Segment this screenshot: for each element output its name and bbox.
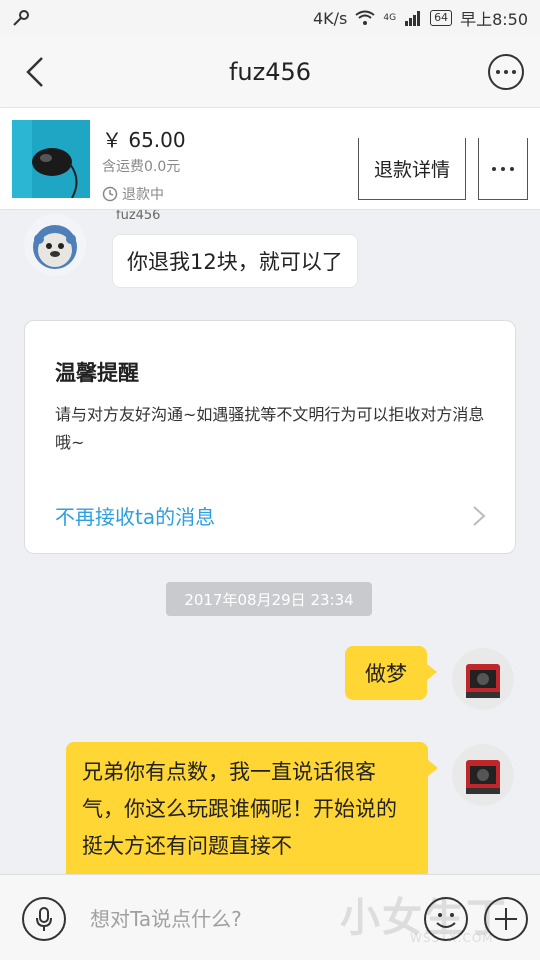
refund-detail-button[interactable]: 退款详情	[358, 138, 466, 200]
battery-indicator: 64	[430, 10, 453, 26]
smiley-icon	[436, 913, 456, 928]
notice-card: 温馨提醒 请与对方友好沟通~如遇骚扰等不文明行为可以拒收对方消息哦~ 不再接收t…	[24, 320, 516, 554]
incoming-avatar[interactable]	[24, 214, 86, 276]
back-arrow-icon[interactable]	[18, 54, 54, 90]
notice-title: 温馨提醒	[55, 361, 139, 385]
product-price: ￥ 65.00	[102, 128, 186, 152]
signal-badge: 4G	[383, 13, 397, 23]
chat-header: fuz456	[0, 36, 540, 108]
notice-body: 请与对方友好沟通~如遇骚扰等不文明行为可以拒收对方消息哦~	[55, 405, 485, 452]
message-input-bar: 小女生丁 WSSTX.COM	[0, 874, 540, 960]
more-options-button[interactable]	[488, 54, 524, 90]
chat-title: fuz456	[228, 57, 312, 86]
signal-icon	[405, 11, 421, 26]
refund-status: 退款中	[102, 184, 164, 204]
message-timestamp: 2017年08月29日 23:34	[166, 582, 372, 616]
product-thumbnail[interactable]	[12, 120, 90, 198]
chevron-right-icon[interactable]	[471, 504, 487, 528]
wifi-icon	[355, 10, 375, 25]
shipping-info: 含运费0.0元	[102, 159, 181, 175]
network-speed: 4K/s	[312, 8, 348, 28]
add-attachment-button[interactable]	[484, 897, 528, 941]
outgoing-avatar[interactable]	[452, 744, 514, 806]
incoming-message[interactable]: 你退我12块，就可以了	[112, 234, 358, 288]
emoji-button[interactable]	[424, 897, 468, 941]
refund-status-label: 退款中	[122, 187, 164, 203]
chat-area[interactable]: fuz456 你退我12块，就可以了 温馨提醒 请与对方友好沟通~如遇骚扰等不文…	[0, 210, 540, 874]
status-bar: 4K/s 4G 64 早上8:50	[0, 0, 540, 36]
product-more-button[interactable]	[478, 138, 528, 200]
key-icon	[13, 10, 29, 26]
block-messages-link[interactable]: 不再接收ta的消息	[55, 501, 215, 530]
plus-icon	[495, 908, 517, 930]
outgoing-message[interactable]: 做梦	[345, 646, 437, 700]
clock-icon	[102, 186, 118, 202]
product-card[interactable]: ￥ 65.00 含运费0.0元 退款中 退款详情	[0, 108, 540, 210]
clock: 早上8:50	[460, 10, 528, 29]
voice-input-button[interactable]	[22, 897, 66, 941]
outgoing-avatar[interactable]	[452, 648, 514, 710]
outgoing-message[interactable]: 兄弟你有点数，我一直说话很客气，你这么玩跟谁俩呢！开始说的挺大方还有问题直接不	[66, 742, 438, 874]
microphone-icon	[36, 907, 52, 931]
incoming-nickname: fuz456	[116, 210, 161, 223]
